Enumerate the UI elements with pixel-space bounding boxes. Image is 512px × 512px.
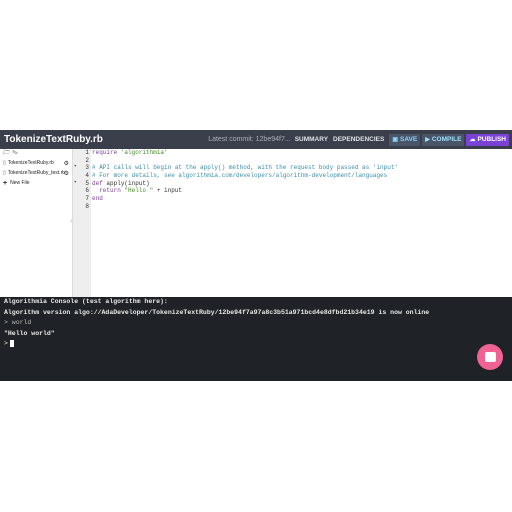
file-sidebar: 🗁 ✎ ▯ TokenizeTextRuby.rb ⚙ ▯ TokenizeTe… bbox=[0, 149, 73, 297]
new-file-button[interactable]: + New File bbox=[0, 178, 72, 188]
line-number: 7 bbox=[85, 195, 89, 203]
fold-arrow-icon[interactable]: ▼ bbox=[74, 180, 76, 188]
code-comment: # For more details, see algorithmia.com/… bbox=[92, 172, 388, 180]
line-number: 4 bbox=[85, 172, 89, 180]
plus-icon: + bbox=[3, 179, 8, 187]
code-line: def apply(input) bbox=[91, 180, 512, 188]
file-icon: ▯ bbox=[3, 160, 6, 166]
console-prompt: > bbox=[4, 340, 8, 347]
console-header: Algorithmia Console (test algorithm here… bbox=[4, 298, 168, 305]
console-status: Algorithm version algo://AdaDeveloper/To… bbox=[4, 308, 430, 316]
keyword: def bbox=[92, 179, 103, 187]
string: "Hello " bbox=[120, 187, 154, 195]
algorithmia-console[interactable]: Algorithmia Console (test algorithm here… bbox=[0, 297, 512, 381]
line-number-fold: ▼ 5 bbox=[73, 180, 91, 188]
file-title: TokenizeTextRuby.rb bbox=[4, 134, 103, 145]
file-item[interactable]: ▯ TokenizeTextRuby.rb ⚙ bbox=[0, 158, 72, 168]
line-number: 2 bbox=[85, 156, 89, 164]
file-item[interactable]: ▯ TokenizeTextRuby_test.rb ⚙ bbox=[0, 168, 72, 178]
line-number: 3 bbox=[85, 164, 89, 172]
save-icon: ▣ bbox=[392, 137, 398, 143]
line-number-gutter: 1 2 ▼ 3 4 ▼ 5 6 7 8 bbox=[73, 149, 91, 297]
new-file-label: New File bbox=[10, 180, 30, 186]
save-label: SAVE bbox=[400, 136, 418, 143]
edit-icon[interactable]: ✎ bbox=[12, 150, 18, 156]
dependencies-button[interactable]: DEPENDENCIES bbox=[333, 136, 384, 143]
chat-icon bbox=[484, 352, 496, 362]
play-icon: ▶ bbox=[425, 137, 430, 143]
expression: + input bbox=[153, 187, 183, 195]
compile-button[interactable]: ▶ COMPILE bbox=[422, 133, 465, 146]
file-icon: ▯ bbox=[3, 170, 6, 176]
fold-arrow-icon[interactable]: ▼ bbox=[74, 164, 76, 172]
string: 'algorithmia' bbox=[120, 149, 168, 156]
chat-button[interactable] bbox=[477, 344, 503, 370]
cloud-upload-icon: ☁ bbox=[469, 137, 476, 143]
folder-icon[interactable]: 🗁 bbox=[3, 150, 10, 156]
summary-button[interactable]: SUMMARY bbox=[295, 136, 328, 143]
line-number: 5 bbox=[85, 179, 89, 187]
publish-label: PUBLISH bbox=[477, 136, 506, 143]
line-number-fold: ▼ 3 bbox=[73, 164, 91, 172]
line-number: 8 bbox=[85, 202, 89, 210]
line-number: 6 bbox=[85, 187, 89, 195]
save-button[interactable]: ▣ SAVE bbox=[389, 133, 421, 146]
file-name: TokenizeTextRuby_test.rb bbox=[7, 170, 66, 176]
keyword: require bbox=[92, 149, 118, 156]
top-bar: TokenizeTextRuby.rb Latest commit: 12be9… bbox=[0, 130, 512, 149]
console-prompt-line[interactable]: > bbox=[0, 339, 512, 350]
code-comment: # API calls will begin at the apply() me… bbox=[92, 164, 399, 172]
console-input-echo: > world bbox=[4, 319, 32, 326]
code-line: require 'algorithmia' bbox=[91, 149, 512, 157]
code-line: return "Hello " + input bbox=[91, 187, 512, 195]
code-editor[interactable]: require 'algorithmia' # API calls will b… bbox=[91, 149, 512, 297]
file-name: TokenizeTextRuby.rb bbox=[7, 160, 54, 166]
gear-icon[interactable]: ⚙ bbox=[64, 170, 69, 177]
algorithm-editor-app: TokenizeTextRuby.rb Latest commit: 12be9… bbox=[0, 130, 512, 381]
latest-commit[interactable]: Latest commit: 12be94f7... bbox=[208, 136, 291, 143]
publish-button[interactable]: ☁ PUBLISH bbox=[466, 133, 509, 146]
sidebar-tools: 🗁 ✎ bbox=[0, 149, 72, 158]
function-signature: apply(input) bbox=[102, 179, 150, 187]
console-output: "Hello world" bbox=[4, 329, 55, 337]
text-cursor bbox=[9, 339, 14, 347]
gear-icon[interactable]: ⚙ bbox=[64, 160, 69, 167]
keyword: return bbox=[92, 187, 121, 195]
keyword: end bbox=[92, 195, 103, 203]
line-number: 1 bbox=[85, 149, 89, 156]
compile-label: COMPILE bbox=[431, 136, 462, 143]
